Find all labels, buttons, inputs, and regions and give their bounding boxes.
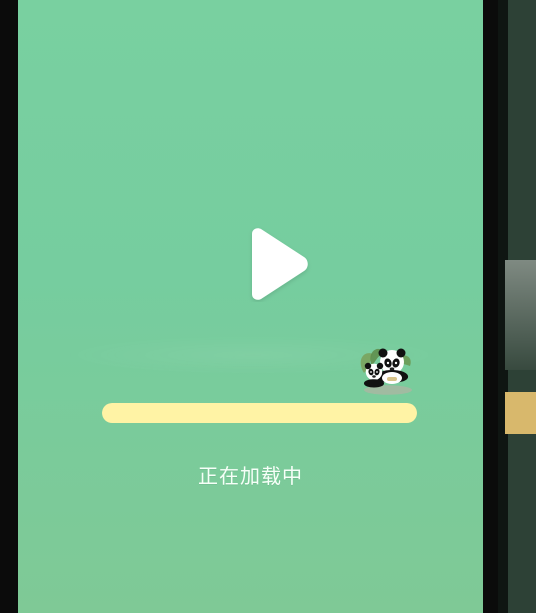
app-screen: 正在加载中: [18, 0, 483, 613]
preview-yellow-block: [505, 392, 536, 434]
adjacent-app-preview: [498, 0, 536, 613]
preview-image: [505, 260, 536, 370]
play-icon[interactable]: [240, 226, 314, 302]
panda-mascot-icon: [360, 348, 412, 395]
phone-frame: 正在加载中: [0, 0, 498, 613]
loading-text: 正在加载中: [198, 464, 303, 488]
loading-progress-fill: [102, 403, 417, 423]
loading-progress-bar: [102, 403, 417, 423]
